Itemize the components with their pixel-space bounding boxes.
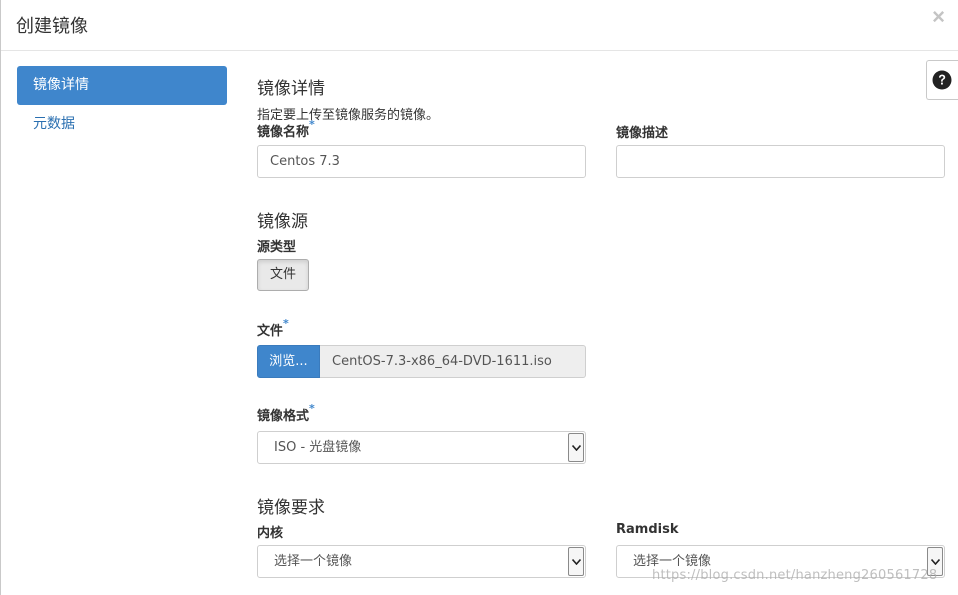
image-name-label-text: 镜像名称: [257, 125, 310, 140]
image-name-label: 镜像名称*: [257, 118, 315, 140]
file-input-group: 浏览... CentOS-7.3-x86_64-DVD-1611.iso: [257, 345, 586, 378]
image-format-label: 镜像格式*: [257, 402, 315, 424]
question-circle-icon: [932, 70, 952, 90]
ramdisk-value: 选择一个镜像: [633, 554, 712, 569]
modal-header: 创建镜像 ×: [1, 0, 958, 51]
help-button[interactable]: [926, 60, 958, 100]
image-description-label: 镜像描述: [616, 126, 669, 141]
image-name-input[interactable]: Centos 7.3: [257, 145, 586, 178]
kernel-label: 内核: [257, 526, 284, 541]
source-type-label: 源类型: [257, 240, 297, 255]
watermark: https://blog.csdn.net/hanzheng260561728: [652, 568, 938, 583]
image-format-label-text: 镜像格式: [257, 409, 310, 424]
sidebar-item-metadata[interactable]: 元数据: [17, 105, 227, 144]
wizard-sidebar: 镜像详情 元数据: [17, 66, 227, 144]
source-section-title: 镜像源: [257, 212, 308, 232]
kernel-select[interactable]: 选择一个镜像: [257, 545, 586, 578]
image-format-value: ISO - 光盘镜像: [274, 440, 362, 455]
required-marker: *: [283, 317, 289, 330]
file-label-text: 文件: [257, 324, 284, 339]
image-format-select[interactable]: ISO - 光盘镜像: [257, 431, 586, 464]
sidebar-item-image-details[interactable]: 镜像详情: [17, 66, 227, 105]
required-marker: *: [309, 118, 315, 131]
chevron-down-icon: [568, 547, 584, 576]
chevron-down-icon: [568, 433, 584, 462]
create-image-modal: 创建镜像 × 镜像详情 元数据 镜像详情 指定要上传至镜像服务的镜像。 镜像名称…: [0, 0, 958, 595]
details-section-title: 镜像详情: [257, 79, 325, 99]
requirements-section-title: 镜像要求: [257, 498, 325, 518]
close-button[interactable]: ×: [932, 6, 945, 28]
source-type-file-button[interactable]: 文件: [257, 259, 309, 291]
image-description-input[interactable]: [616, 145, 945, 178]
file-name-field: CentOS-7.3-x86_64-DVD-1611.iso: [320, 345, 586, 378]
browse-button[interactable]: 浏览...: [257, 345, 320, 378]
required-marker: *: [309, 402, 315, 415]
modal-title: 创建镜像: [16, 16, 88, 37]
kernel-value: 选择一个镜像: [274, 554, 353, 569]
ramdisk-label: Ramdisk: [616, 522, 679, 537]
file-label: 文件*: [257, 317, 289, 339]
